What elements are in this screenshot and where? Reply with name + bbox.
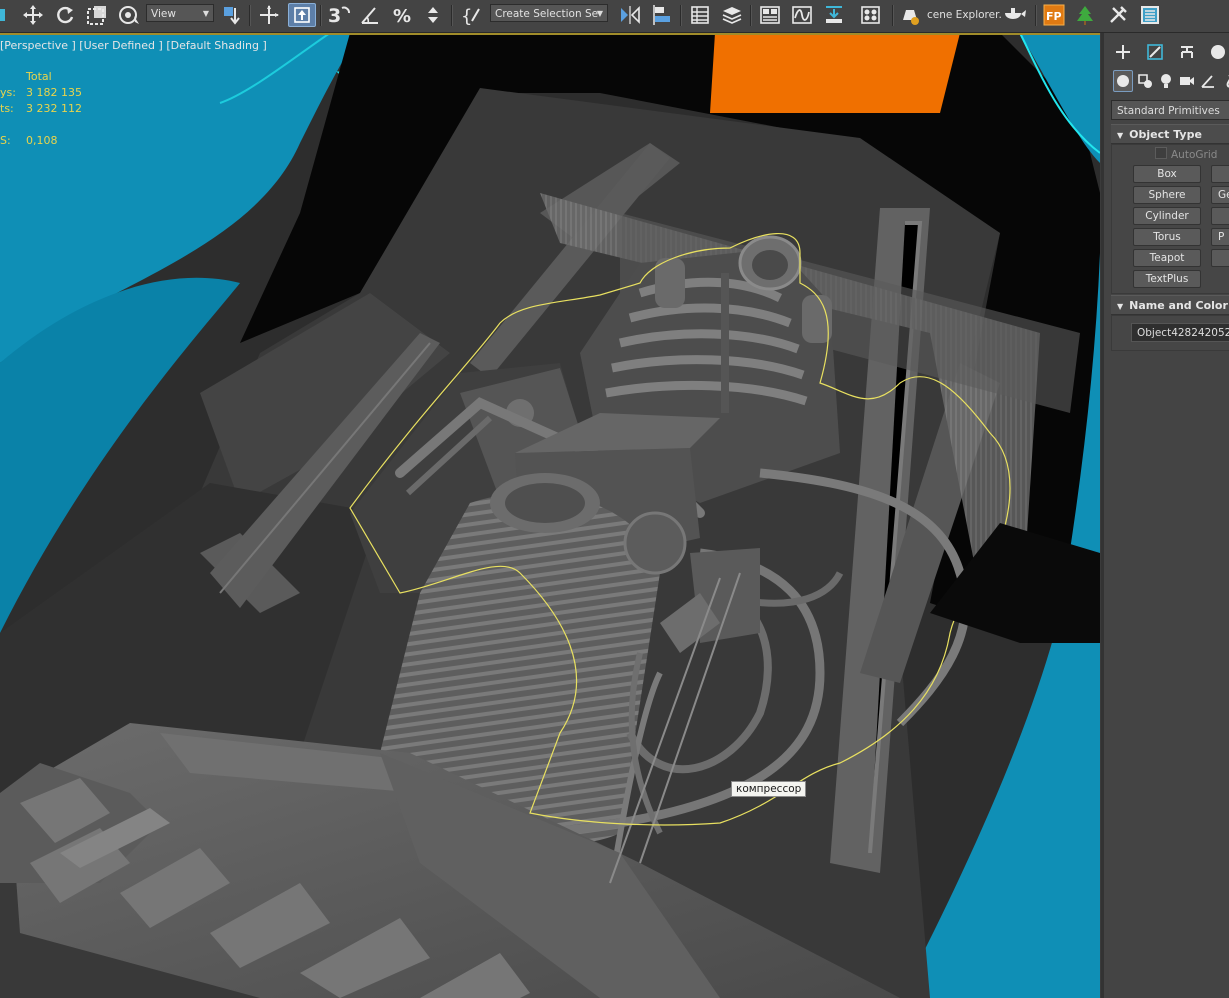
main-toolbar: View ▼ 3 % { Create Selection Se ▼ cene … <box>0 0 1229 33</box>
hierarchy-tab-icon[interactable] <box>1176 41 1198 63</box>
name-and-color-rollout-header[interactable]: ▼ Name and Color <box>1111 295 1229 315</box>
curve-editor-icon[interactable] <box>789 3 815 27</box>
cameras-category-icon[interactable] <box>1177 70 1197 92</box>
stats-polys-value: 3 182 135 <box>26 86 82 99</box>
cylinder-button[interactable]: Cylinder <box>1133 207 1201 225</box>
geosphere-button[interactable]: Ge <box>1211 186 1229 204</box>
angle-snap-toggle-icon[interactable] <box>357 3 383 27</box>
toggle-layer-explorer-icon[interactable] <box>719 3 745 27</box>
material-editor-icon[interactable] <box>857 3 887 27</box>
svg-text:FP: FP <box>1046 10 1062 23</box>
percent-snap-toggle-icon[interactable]: % <box>389 3 415 27</box>
category-combo[interactable]: Standard Primitives <box>1111 100 1229 120</box>
align-icon[interactable] <box>650 3 676 27</box>
svg-text:%: % <box>393 6 411 26</box>
teapot-button[interactable]: Teapot <box>1133 249 1201 267</box>
snaps-toggle-icon[interactable]: 3 <box>326 3 352 27</box>
box-button[interactable]: Box <box>1133 165 1201 183</box>
spinner-snap-toggle-icon[interactable] <box>420 3 446 27</box>
tools-icon[interactable] <box>1105 3 1131 27</box>
lights-category-icon[interactable] <box>1156 70 1176 92</box>
railclone-tree-icon[interactable] <box>1072 3 1098 27</box>
render-setup-icon[interactable] <box>897 3 923 27</box>
use-pivot-center-icon[interactable] <box>219 3 245 27</box>
perspective-viewport[interactable]: [Perspective ] [User Defined ] [Default … <box>0 33 1100 998</box>
orange-stripe <box>710 33 960 113</box>
keyboard-shortcut-override-icon[interactable] <box>288 3 316 27</box>
stats-fps-value: 0,108 <box>26 134 58 147</box>
stats-verts-value: 3 232 112 <box>26 102 82 115</box>
edit-named-selection-sets-icon[interactable]: { <box>458 3 486 27</box>
viewport-label[interactable]: [Perspective ] [User Defined ] [Default … <box>0 39 267 52</box>
object-type-rollout-header[interactable]: ▼ Object Type <box>1111 124 1229 144</box>
collapse-triangle-icon: ▼ <box>1117 302 1124 311</box>
scene-list-icon[interactable] <box>1137 3 1163 27</box>
scene-explorer-label: cene Explorer. <box>927 9 1002 21</box>
render-production-icon[interactable] <box>1000 3 1030 27</box>
named-selection-sets-combo[interactable]: Create Selection Se ▼ <box>490 4 608 22</box>
textplus-button[interactable]: TextPlus <box>1133 270 1201 288</box>
shapes-category-icon[interactable] <box>1135 70 1155 92</box>
cone-button[interactable] <box>1211 165 1229 183</box>
toggle-ribbon-icon[interactable] <box>757 3 783 27</box>
forest-pack-icon[interactable]: FP <box>1041 3 1067 27</box>
helpers-category-icon[interactable] <box>1198 70 1218 92</box>
svg-text:{: { <box>461 6 472 26</box>
stats-polys-label: ys: <box>0 86 16 99</box>
torus-button[interactable]: Torus <box>1133 228 1201 246</box>
sphere-button[interactable]: Sphere <box>1133 186 1201 204</box>
viewport-scene[interactable] <box>0 33 1100 998</box>
collapse-triangle-icon: ▼ <box>1117 131 1124 140</box>
select-rotate-icon[interactable] <box>52 3 78 27</box>
modify-tab-icon[interactable] <box>1144 41 1166 63</box>
svg-text:3: 3 <box>328 5 341 26</box>
select-scale-icon[interactable] <box>84 3 110 27</box>
create-tab-icon[interactable] <box>1112 41 1134 63</box>
pyramid-button[interactable]: P <box>1211 228 1229 246</box>
select-place-icon[interactable] <box>115 3 143 27</box>
schematic-view-icon[interactable] <box>821 3 847 27</box>
select-object-icon[interactable] <box>0 3 8 27</box>
object-tooltip: компрессор <box>731 781 807 797</box>
mirror-icon[interactable] <box>616 3 644 27</box>
spacewarps-category-icon[interactable] <box>1219 70 1229 92</box>
object-name-field[interactable]: Object428242052 <box>1131 323 1229 342</box>
geometry-category-icon[interactable] <box>1113 70 1133 92</box>
stats-total-header: Total <box>26 70 52 83</box>
reference-coordinate-combo[interactable]: View ▼ <box>146 4 214 22</box>
stats-fps-label: S: <box>0 134 11 147</box>
stats-verts-label: ts: <box>0 102 14 115</box>
select-manipulate-icon[interactable] <box>256 3 282 27</box>
toggle-scene-explorer-icon[interactable] <box>687 3 713 27</box>
tube-button[interactable] <box>1211 207 1229 225</box>
autogrid-checkbox[interactable]: AutoGrid <box>1155 147 1217 161</box>
motion-tab-icon[interactable] <box>1207 41 1229 63</box>
select-move-icon[interactable] <box>20 3 46 27</box>
plane-button[interactable] <box>1211 249 1229 267</box>
